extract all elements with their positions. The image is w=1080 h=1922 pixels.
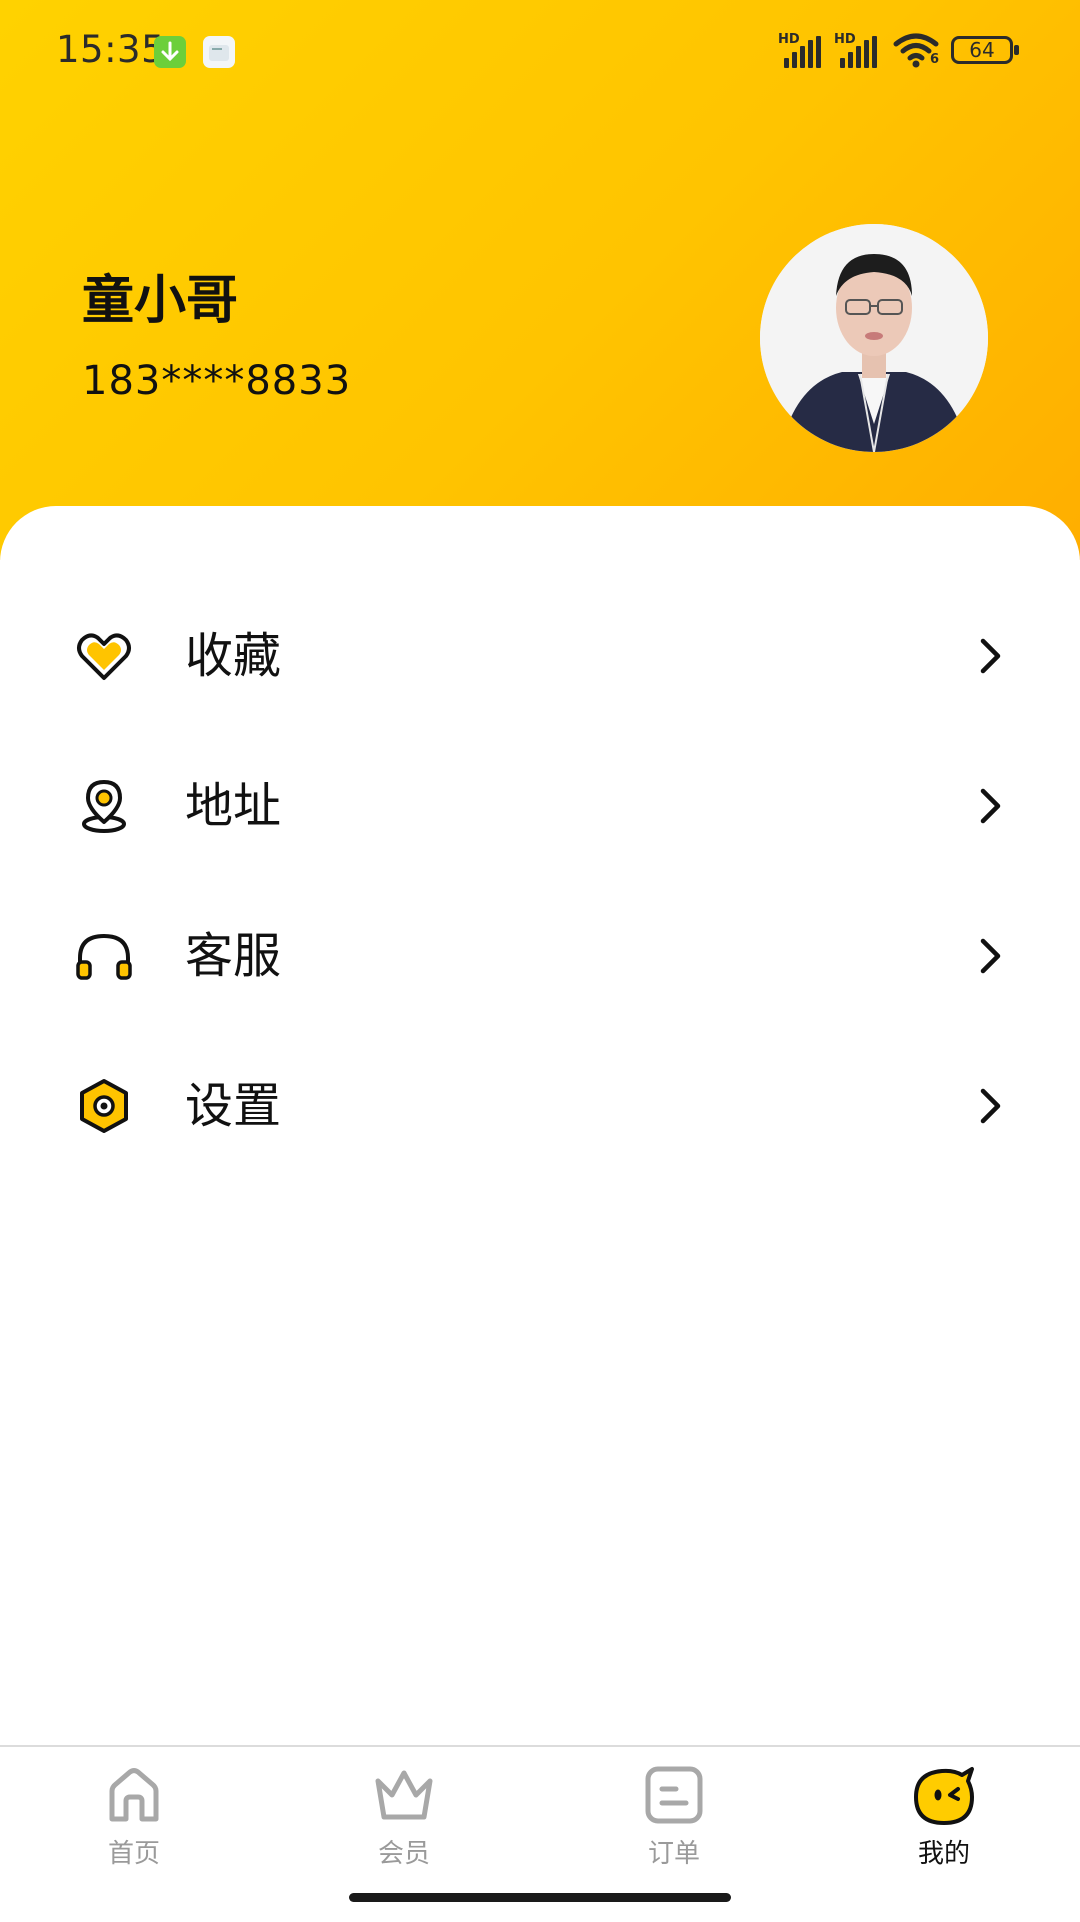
home-icon (109, 1768, 159, 1822)
menu-item-customer-service[interactable]: 客服 (0, 896, 1080, 1016)
cellular-signal-1-icon: HD (778, 32, 826, 68)
crown-icon (375, 1770, 433, 1820)
tab-orders[interactable]: 订单 (584, 1747, 764, 1877)
user-name: 童小哥 (82, 271, 239, 331)
menu-label-favorites: 收藏 (185, 628, 282, 684)
status-time: 15:35 (56, 28, 166, 71)
tab-label-orders: 订单 (647, 1839, 700, 1869)
avatar-portrait (760, 224, 988, 452)
app-notification-icon (203, 36, 235, 68)
menu-item-address[interactable]: 地址 (0, 746, 1080, 866)
heart-icon (77, 633, 131, 680)
tab-mine[interactable]: 我的 (854, 1747, 1034, 1877)
cellular-signal-2-icon: HD (834, 32, 882, 68)
menu-label-customer-service: 客服 (185, 928, 282, 984)
headphones-icon (76, 933, 132, 980)
chevron-right-icon (980, 788, 1001, 824)
avatar[interactable] (760, 224, 988, 452)
wifi-label: 6 (930, 52, 940, 67)
status-bar: 15:35 HD HD 6 64 (0, 0, 1080, 100)
tab-label-membership: 会员 (377, 1839, 430, 1869)
menu-panel: 收藏 地址 客服 设置 (0, 506, 1080, 1746)
location-pin-icon (82, 780, 126, 833)
download-notification-icon (154, 36, 186, 68)
menu-label-settings: 设置 (185, 1078, 282, 1134)
menu-label-address: 地址 (185, 778, 282, 834)
menu-item-favorites[interactable]: 收藏 (0, 596, 1080, 716)
mine-face-icon (914, 1767, 974, 1825)
tab-label-mine: 我的 (917, 1839, 970, 1869)
battery-icon: 64 (951, 36, 1013, 64)
tab-membership[interactable]: 会员 (314, 1747, 494, 1877)
user-phone: 183****8833 (82, 358, 352, 404)
chevron-right-icon (980, 638, 1001, 674)
battery-tip (1014, 45, 1019, 55)
menu-item-settings[interactable]: 设置 (0, 1046, 1080, 1166)
wifi-icon: 6 (892, 30, 940, 70)
chevron-right-icon (980, 1088, 1001, 1124)
settings-hexagon-icon (80, 1079, 128, 1133)
profile-header: 15:35 HD HD 6 64 童小哥 183****8833 (0, 0, 1080, 560)
tab-home[interactable]: 首页 (44, 1747, 224, 1877)
tab-label-home: 首页 (107, 1839, 160, 1869)
home-indicator[interactable] (349, 1893, 731, 1902)
chevron-right-icon (980, 938, 1001, 974)
order-icon (645, 1766, 703, 1824)
